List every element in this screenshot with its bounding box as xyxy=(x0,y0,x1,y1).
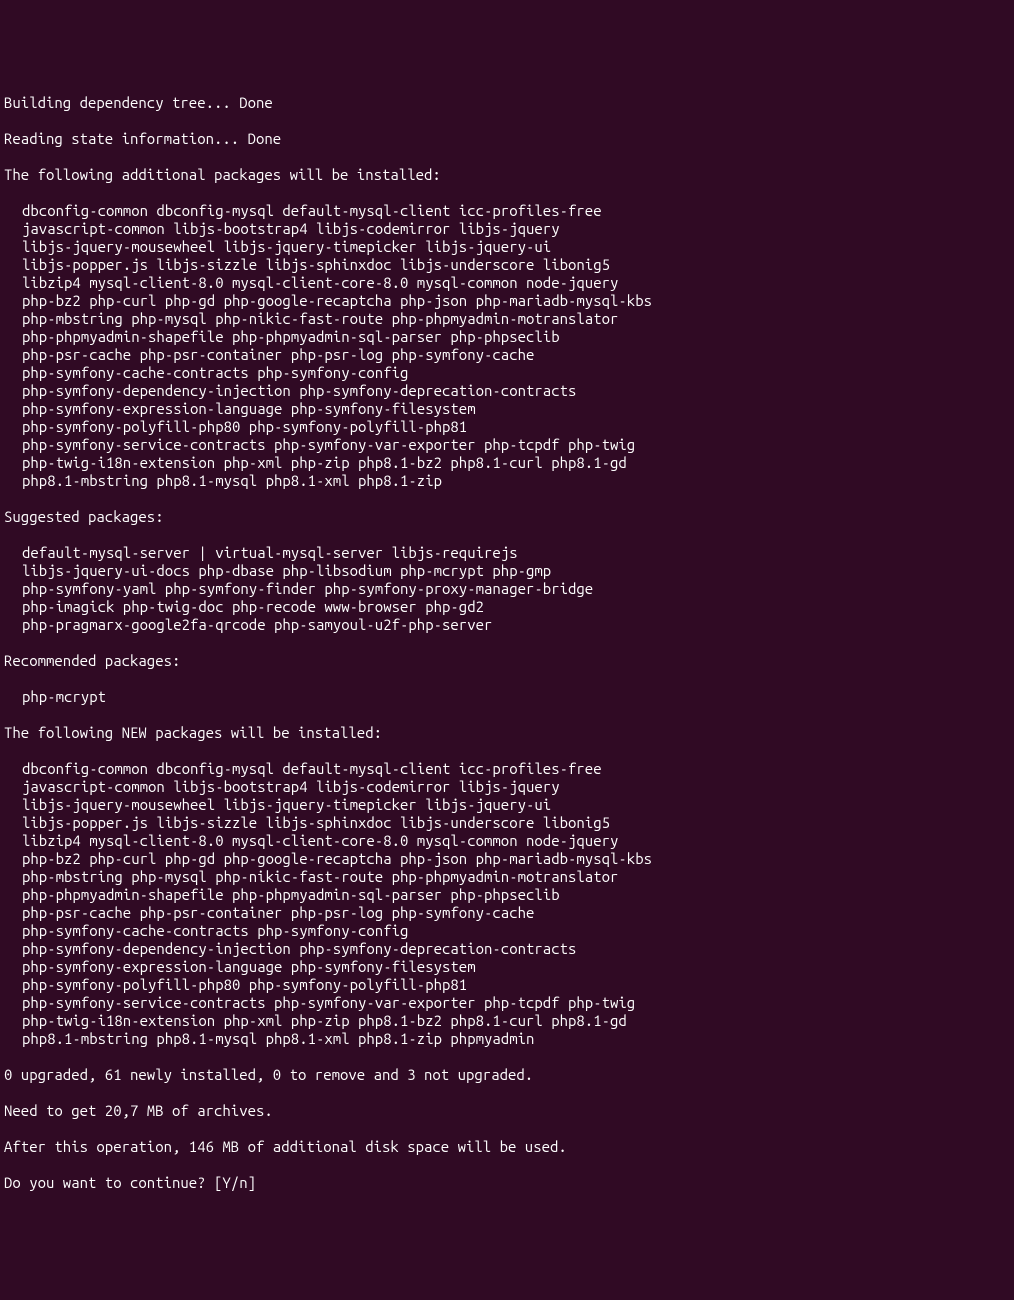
suggested-package-line: libjs-jquery-ui-docs php-dbase php-libso… xyxy=(4,562,1010,580)
new-package-line: php-symfony-cache-contracts php-symfony-… xyxy=(4,922,1010,940)
new-package-line: javascript-common libjs-bootstrap4 libjs… xyxy=(4,778,1010,796)
additional-package-line: php-symfony-dependency-injection php-sym… xyxy=(4,382,1010,400)
suggested-title: Suggested packages: xyxy=(4,508,1010,526)
terminal-output: Building dependency tree... Done Reading… xyxy=(4,76,1010,1210)
upgrade-summary: 0 upgraded, 61 newly installed, 0 to rem… xyxy=(4,1066,1010,1084)
new-package-line: dbconfig-common dbconfig-mysql default-m… xyxy=(4,760,1010,778)
additional-package-line: php-mbstring php-mysql php-nikic-fast-ro… xyxy=(4,310,1010,328)
additional-package-line: php-symfony-service-contracts php-symfon… xyxy=(4,436,1010,454)
new-package-line: php-symfony-dependency-injection php-sym… xyxy=(4,940,1010,958)
new-package-line: php-psr-cache php-psr-container php-psr-… xyxy=(4,904,1010,922)
new-package-line: libjs-jquery-mousewheel libjs-jquery-tim… xyxy=(4,796,1010,814)
recommended-package-line: php-mcrypt xyxy=(4,688,1010,706)
building-line: Building dependency tree... Done xyxy=(4,94,1010,112)
additional-package-line: javascript-common libjs-bootstrap4 libjs… xyxy=(4,220,1010,238)
recommended-packages-list: php-mcrypt xyxy=(4,688,1010,706)
new-packages-list: dbconfig-common dbconfig-mysql default-m… xyxy=(4,760,1010,1048)
suggested-package-line: php-pragmarx-google2fa-qrcode php-samyou… xyxy=(4,616,1010,634)
additional-package-line: php-symfony-polyfill-php80 php-symfony-p… xyxy=(4,418,1010,436)
suggested-package-line: php-symfony-yaml php-symfony-finder php-… xyxy=(4,580,1010,598)
new-package-line: php-twig-i18n-extension php-xml php-zip … xyxy=(4,1012,1010,1030)
new-package-line: php-symfony-polyfill-php80 php-symfony-p… xyxy=(4,976,1010,994)
new-package-line: libjs-popper.js libjs-sizzle libjs-sphin… xyxy=(4,814,1010,832)
new-package-line: php-symfony-service-contracts php-symfon… xyxy=(4,994,1010,1012)
need-get-line: Need to get 20,7 MB of archives. xyxy=(4,1102,1010,1120)
new-packages-title: The following NEW packages will be insta… xyxy=(4,724,1010,742)
new-package-line: libzip4 mysql-client-8.0 mysql-client-co… xyxy=(4,832,1010,850)
continue-prompt-input[interactable] xyxy=(264,1174,440,1191)
additional-package-line: libzip4 mysql-client-8.0 mysql-client-co… xyxy=(4,274,1010,292)
additional-package-line: php8.1-mbstring php8.1-mysql php8.1-xml … xyxy=(4,472,1010,490)
reading-line: Reading state information... Done xyxy=(4,130,1010,148)
additional-package-line: php-psr-cache php-psr-container php-psr-… xyxy=(4,346,1010,364)
new-package-line: php-phpmyadmin-shapefile php-phpmyadmin-… xyxy=(4,886,1010,904)
continue-prompt-line: Do you want to continue? [Y/n] xyxy=(4,1174,1010,1192)
after-op-line: After this operation, 146 MB of addition… xyxy=(4,1138,1010,1156)
additional-package-line: php-bz2 php-curl php-gd php-google-recap… xyxy=(4,292,1010,310)
recommended-title: Recommended packages: xyxy=(4,652,1010,670)
suggested-package-line: default-mysql-server | virtual-mysql-ser… xyxy=(4,544,1010,562)
additional-package-line: php-twig-i18n-extension php-xml php-zip … xyxy=(4,454,1010,472)
additional-packages-list: dbconfig-common dbconfig-mysql default-m… xyxy=(4,202,1010,490)
new-package-line: php-mbstring php-mysql php-nikic-fast-ro… xyxy=(4,868,1010,886)
additional-package-line: php-symfony-expression-language php-symf… xyxy=(4,400,1010,418)
additional-package-line: libjs-popper.js libjs-sizzle libjs-sphin… xyxy=(4,256,1010,274)
continue-prompt-text: Do you want to continue? [Y/n] xyxy=(4,1174,264,1191)
additional-package-line: php-phpmyadmin-shapefile php-phpmyadmin-… xyxy=(4,328,1010,346)
additional-package-line: dbconfig-common dbconfig-mysql default-m… xyxy=(4,202,1010,220)
suggested-packages-list: default-mysql-server | virtual-mysql-ser… xyxy=(4,544,1010,634)
additional-package-line: libjs-jquery-mousewheel libjs-jquery-tim… xyxy=(4,238,1010,256)
additional-package-line: php-symfony-cache-contracts php-symfony-… xyxy=(4,364,1010,382)
new-package-line: php-bz2 php-curl php-gd php-google-recap… xyxy=(4,850,1010,868)
additional-title: The following additional packages will b… xyxy=(4,166,1010,184)
new-package-line: php-symfony-expression-language php-symf… xyxy=(4,958,1010,976)
new-package-line: php8.1-mbstring php8.1-mysql php8.1-xml … xyxy=(4,1030,1010,1048)
suggested-package-line: php-imagick php-twig-doc php-recode www-… xyxy=(4,598,1010,616)
